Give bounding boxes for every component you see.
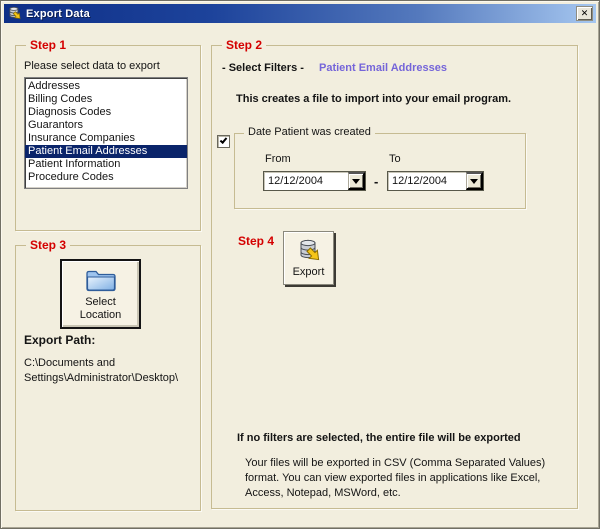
caret-down-icon [352, 179, 360, 188]
caret-down-icon [470, 179, 478, 188]
list-item[interactable]: Addresses [25, 80, 187, 93]
date-range-separator: - [374, 174, 378, 189]
step1-legend: Step 1 [26, 38, 70, 52]
step1-groupbox: Step 1 Please select data to export Addr… [15, 45, 201, 231]
database-export-icon [7, 6, 22, 21]
list-item[interactable]: Procedure Codes [25, 171, 187, 184]
export-button[interactable]: Export [283, 231, 334, 285]
csv-format-note: Your files will be exported in CSV (Comm… [245, 456, 570, 501]
window-title: Export Data [26, 8, 90, 20]
list-item[interactable]: Diagnosis Codes [25, 106, 187, 119]
list-item[interactable]: Patient Information [25, 158, 187, 171]
export-button-label: Export [293, 266, 325, 278]
no-filters-note: If no filters are selected, the entire f… [237, 432, 521, 444]
export-path-value: C:\Documents and Settings\Administrator\… [24, 356, 198, 386]
step2-legend: Step 2 [222, 38, 266, 52]
select-data-label: Please select data to export [24, 60, 160, 72]
database-export-icon [296, 238, 322, 264]
selected-filter-value: Patient Email Addresses [319, 62, 447, 74]
export-data-dialog: Export Data ✕ Step 1 Please select data … [0, 0, 600, 529]
step4-label: Step 4 [238, 234, 274, 248]
list-item[interactable]: Billing Codes [25, 93, 187, 106]
to-date-dropdown-button[interactable] [466, 172, 483, 190]
close-button[interactable]: ✕ [576, 6, 593, 21]
from-date-dropdown-button[interactable] [348, 172, 365, 190]
titlebar: Export Data ✕ [4, 4, 596, 23]
filters-row: - Select Filters - Patient Email Address… [222, 62, 447, 74]
from-date-value[interactable]: 12/12/2004 [264, 172, 348, 190]
to-date-combobox[interactable]: 12/12/2004 [387, 171, 484, 191]
date-created-groupbox: Date Patient was created From To 12/12/2… [234, 133, 526, 209]
data-type-listbox[interactable]: Addresses Billing Codes Diagnosis Codes … [24, 77, 188, 189]
to-label: To [389, 153, 401, 165]
list-item-selected[interactable]: Patient Email Addresses [25, 145, 187, 158]
filter-description: This creates a file to import into your … [236, 93, 511, 105]
folder-icon [84, 266, 118, 293]
list-item[interactable]: Insurance Companies [25, 132, 187, 145]
select-filters-label: - Select Filters - [222, 62, 304, 74]
to-date-value[interactable]: 12/12/2004 [388, 172, 466, 190]
close-icon: ✕ [581, 9, 589, 19]
date-filter-checkbox[interactable] [217, 135, 230, 148]
from-date-combobox[interactable]: 12/12/2004 [263, 171, 366, 191]
step3-groupbox: Step 3 Select Location Export Path: C:\D… [15, 245, 201, 511]
date-created-legend: Date Patient was created [244, 126, 375, 138]
select-location-label: Select Location [76, 296, 126, 322]
step2-groupbox: Step 2 - Select Filters - Patient Email … [211, 45, 578, 509]
export-path-label: Export Path: [24, 333, 95, 347]
select-location-button[interactable]: Select Location [60, 259, 141, 329]
list-item[interactable]: Guarantors [25, 119, 187, 132]
check-icon [220, 136, 228, 144]
from-label: From [265, 153, 291, 165]
step3-legend: Step 3 [26, 238, 70, 252]
